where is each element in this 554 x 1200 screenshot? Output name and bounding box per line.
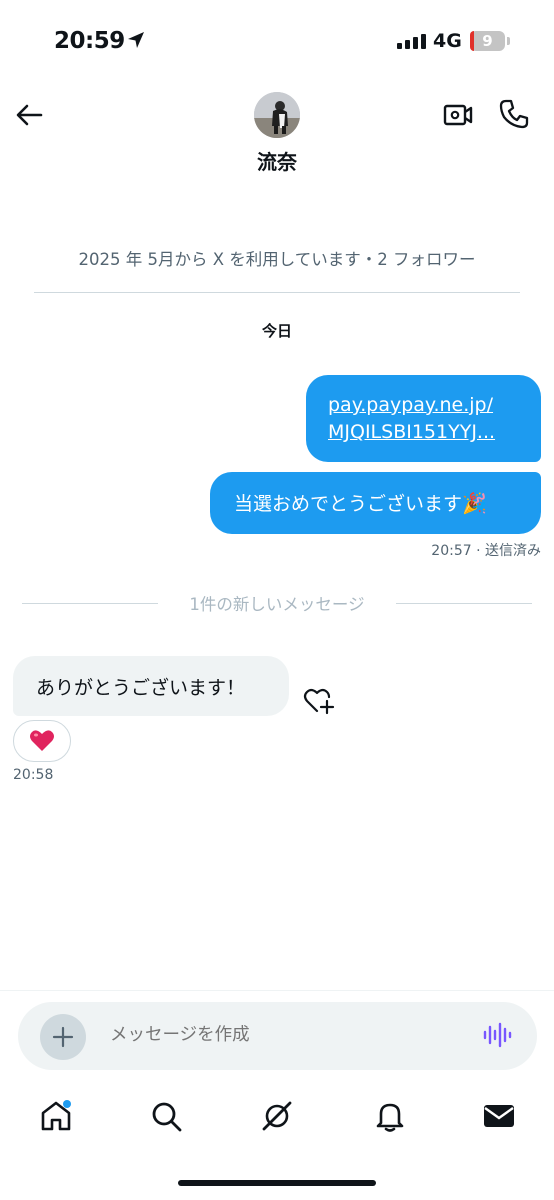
composer-separator — [0, 990, 554, 991]
network-type: 4G — [433, 30, 462, 52]
message-text: 当選おめでとうございます — [234, 493, 463, 515]
avatar-photo — [254, 92, 300, 138]
heart-icon — [30, 730, 54, 751]
sent-status: 20:57 · 送信済み — [431, 543, 541, 559]
home-icon[interactable] — [38, 1098, 74, 1134]
divider — [34, 292, 520, 293]
message-input[interactable] — [110, 1024, 450, 1045]
back-arrow-icon[interactable] — [14, 100, 44, 130]
incoming-message[interactable]: ありがとうございます！ — [13, 656, 289, 716]
notifications-icon[interactable] — [372, 1098, 408, 1134]
messages-icon[interactable] — [481, 1098, 517, 1134]
profile-info: 2025 年 5月から X を利用しています・2 フォロワー — [78, 250, 476, 269]
outgoing-message[interactable]: 当選おめでとうございます🎉 — [210, 472, 541, 534]
battery-icon: 9 — [470, 31, 505, 51]
link-line-2[interactable]: MJQILSBI151YYJ... — [328, 419, 519, 446]
battery-cap — [507, 37, 510, 45]
avatar[interactable] — [254, 92, 300, 138]
date-separator: 今日 — [261, 322, 292, 340]
voice-wave-icon[interactable] — [482, 1020, 512, 1050]
add-reaction-icon[interactable] — [302, 686, 336, 716]
add-media-button[interactable] — [40, 1014, 86, 1060]
status-time: 20:59 — [54, 28, 125, 54]
home-indicator[interactable] — [178, 1180, 376, 1186]
message-composer — [18, 1002, 537, 1070]
grok-icon[interactable] — [259, 1098, 295, 1134]
status-bar: 20:59 4G 9 — [0, 0, 554, 84]
signal-icon — [397, 34, 426, 49]
new-messages-divider: 1件の新しいメッセージ — [22, 590, 532, 616]
outgoing-link-message[interactable]: pay.paypay.ne.jp/ MJQILSBI151YYJ... — [306, 375, 541, 462]
contact-name[interactable]: 流奈 — [0, 146, 554, 175]
battery-percent: 9 — [482, 32, 493, 50]
video-call-icon[interactable] — [442, 100, 474, 130]
search-icon[interactable] — [148, 1098, 184, 1134]
tab-bar — [0, 1092, 554, 1144]
heart-reaction[interactable]: ❤️ — [13, 720, 71, 762]
link-line-1[interactable]: pay.paypay.ne.jp/ — [328, 392, 519, 419]
plus-icon — [52, 1026, 74, 1048]
party-popper-emoji: 🎉 — [462, 491, 487, 515]
phone-call-icon[interactable] — [498, 98, 530, 130]
incoming-time: 20:58 — [13, 767, 54, 783]
location-arrow-icon — [128, 32, 144, 48]
